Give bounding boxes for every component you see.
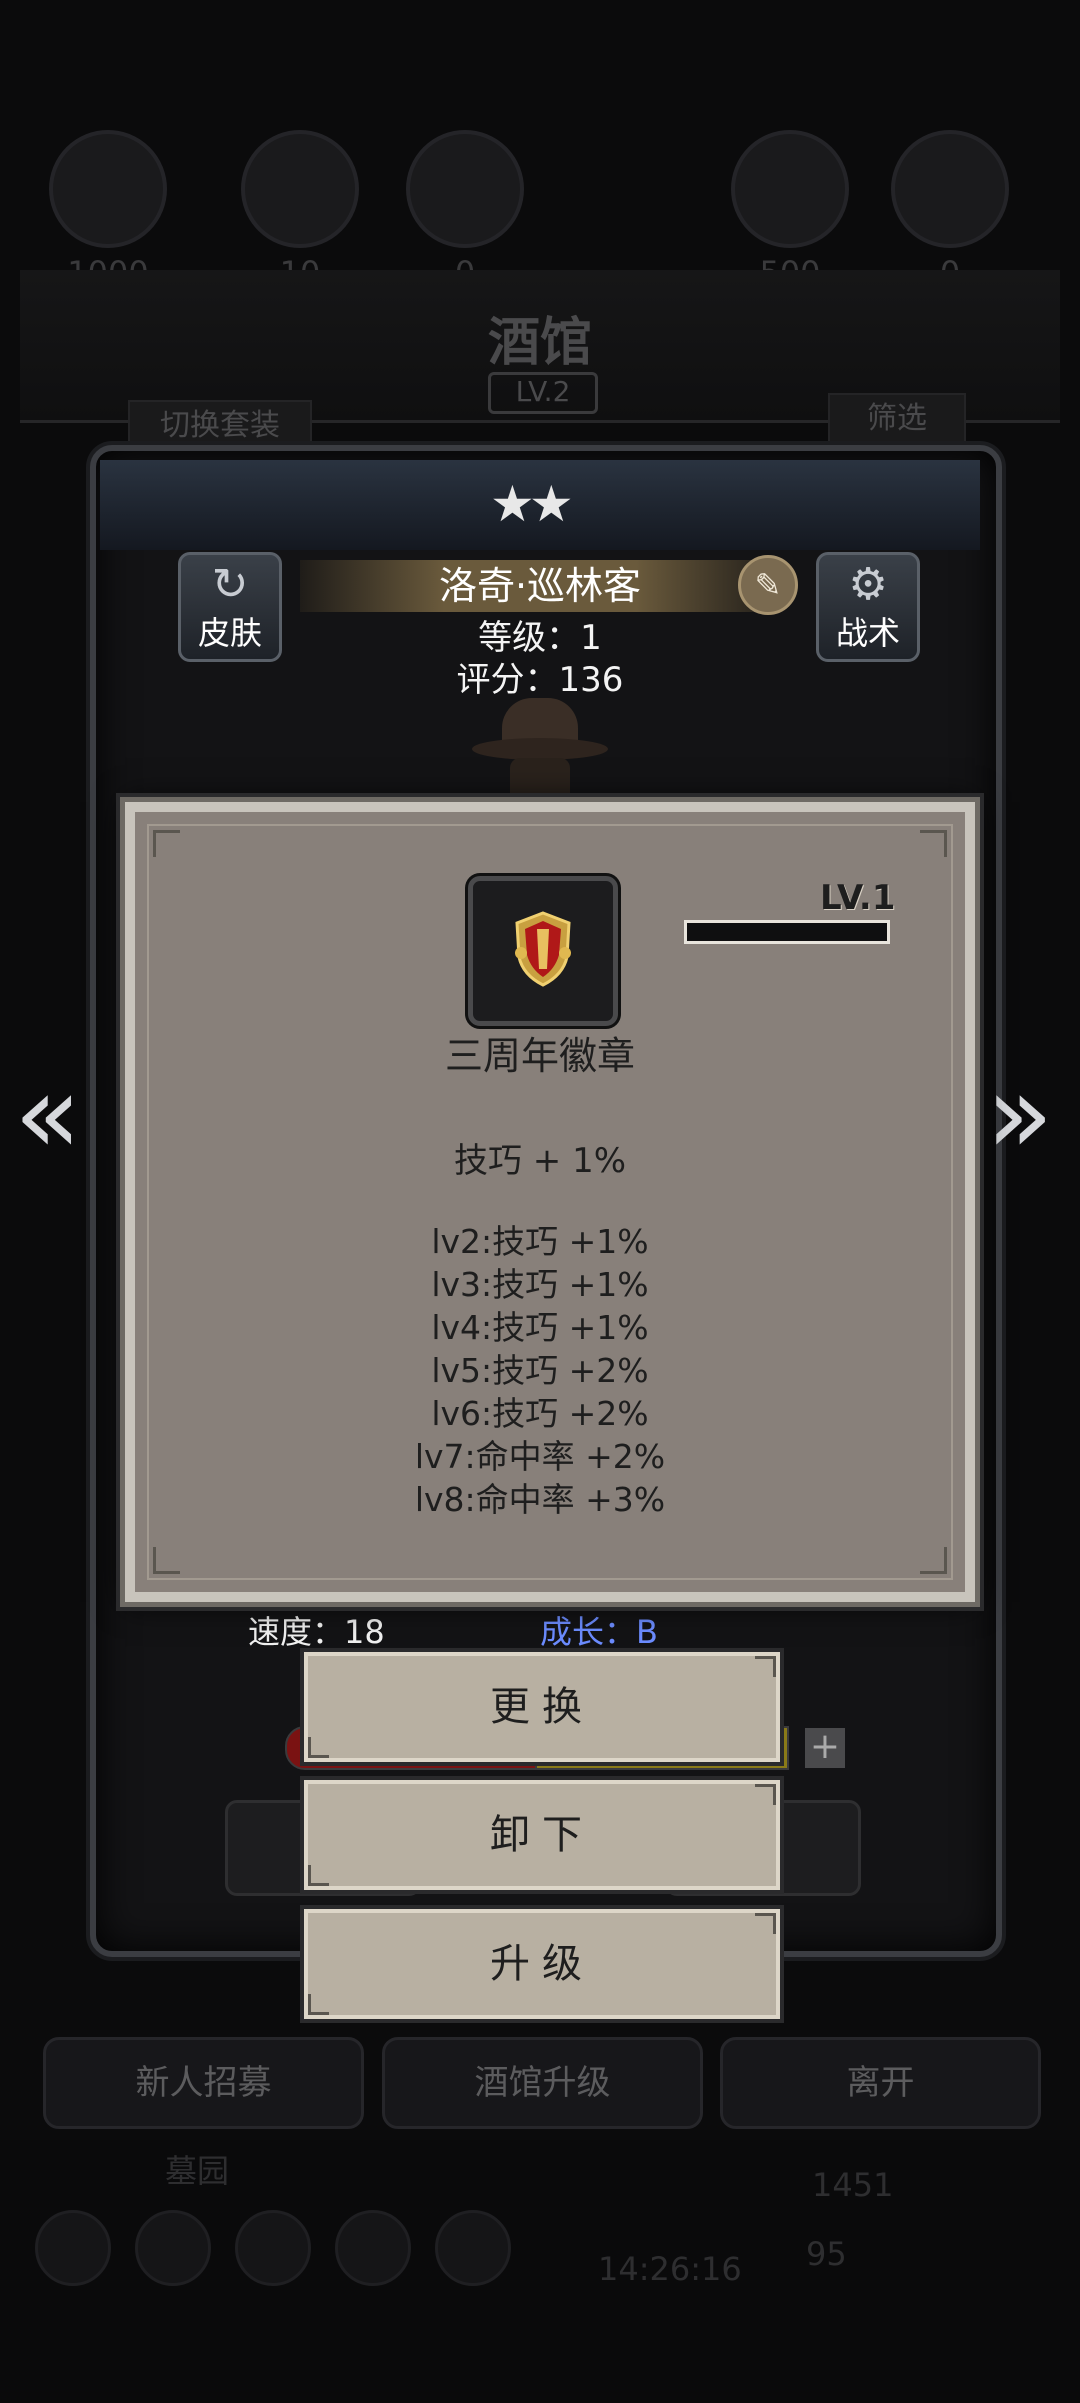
corner-ornament: [153, 830, 180, 857]
skin-label: 皮肤: [197, 614, 262, 652]
gold-count: 1451: [812, 2166, 894, 2204]
corner-ornament: [920, 1547, 947, 1574]
level-effect: lv3:技巧 +1%: [431, 1265, 649, 1304]
corner-ornament: [153, 1547, 180, 1574]
menu-icon[interactable]: [35, 2210, 111, 2286]
corner-ornament: [920, 830, 947, 857]
menu-icon[interactable]: [235, 2210, 311, 2286]
resource-icon: [241, 130, 359, 248]
hero-name: 洛奇·巡林客: [438, 564, 642, 608]
tavern-title: 酒馆: [487, 312, 592, 373]
hero-stars: ★★: [490, 475, 574, 533]
item-icon-frame: [468, 876, 618, 1026]
prev-hero-arrow-icon[interactable]: «: [14, 1050, 81, 1178]
add-button[interactable]: +: [805, 1728, 845, 1768]
resource-slot-5: 0: [880, 130, 1020, 292]
stat-growth: 成长：B: [540, 1613, 658, 1651]
skin-button[interactable]: ↻ 皮肤: [178, 552, 282, 662]
gear-icon: ⚙: [848, 559, 888, 610]
item-exp-bar: [684, 920, 890, 944]
menu-icon[interactable]: [335, 2210, 411, 2286]
resource-slot-3: 0: [395, 130, 535, 292]
menu-icon[interactable]: [135, 2210, 211, 2286]
filter-button[interactable]: 筛选: [828, 393, 966, 445]
anniversary-badge-icon: [515, 911, 571, 987]
tactics-button[interactable]: ⚙ 战术: [816, 552, 920, 662]
tavern-level: LV.2: [488, 372, 598, 414]
level-effect: lv2:技巧 +1%: [431, 1222, 649, 1261]
upgrade-button[interactable]: 升级: [300, 1905, 784, 2023]
recruit-button[interactable]: 新人招募: [43, 2037, 364, 2129]
gem-count: 95: [806, 2235, 847, 2273]
replace-button[interactable]: 更换: [300, 1648, 784, 1766]
resource-icon: [891, 130, 1009, 248]
resource-slot-2: 10: [230, 130, 370, 292]
edit-icon[interactable]: ✎: [738, 555, 798, 615]
menu-icon[interactable]: [435, 2210, 511, 2286]
upgrade-tavern-button[interactable]: 酒馆升级: [382, 2037, 703, 2129]
level-effects-list: lv2:技巧 +1% lv3:技巧 +1% lv4:技巧 +1% lv5:技巧 …: [340, 1220, 740, 1521]
item-name: 三周年徽章: [444, 1034, 635, 1078]
hat-brim-shape: [472, 738, 608, 760]
item-main-effect: 技巧 + 1%: [453, 1141, 627, 1181]
leave-button[interactable]: 离开: [720, 2037, 1041, 2129]
level-effect: lv4:技巧 +1%: [431, 1308, 649, 1347]
resource-icon: [49, 130, 167, 248]
resource-icon: [406, 130, 524, 248]
next-hero-arrow-icon[interactable]: »: [986, 1050, 1053, 1178]
hero-portrait: [470, 690, 610, 810]
clock-text: 14:26:16: [598, 2250, 742, 2288]
level-effect: lv5:技巧 +2%: [431, 1351, 649, 1390]
stat-speed: 速度：18: [248, 1613, 385, 1651]
level-effect: lv8:命中率 +3%: [414, 1480, 666, 1519]
resource-icon: [731, 130, 849, 248]
unequip-button[interactable]: 卸下: [300, 1776, 784, 1894]
resource-slot-4: 500: [720, 130, 860, 292]
level-effect: lv7:命中率 +2%: [414, 1437, 666, 1476]
item-level: LV.1: [820, 878, 896, 918]
shirt-icon: ↻: [211, 559, 249, 610]
resource-slot-1: 1000: [38, 130, 178, 292]
tactics-label: 战术: [835, 614, 900, 652]
graveyard-label[interactable]: 墓园: [165, 2146, 229, 2192]
level-effect: lv6:技巧 +2%: [431, 1394, 649, 1433]
